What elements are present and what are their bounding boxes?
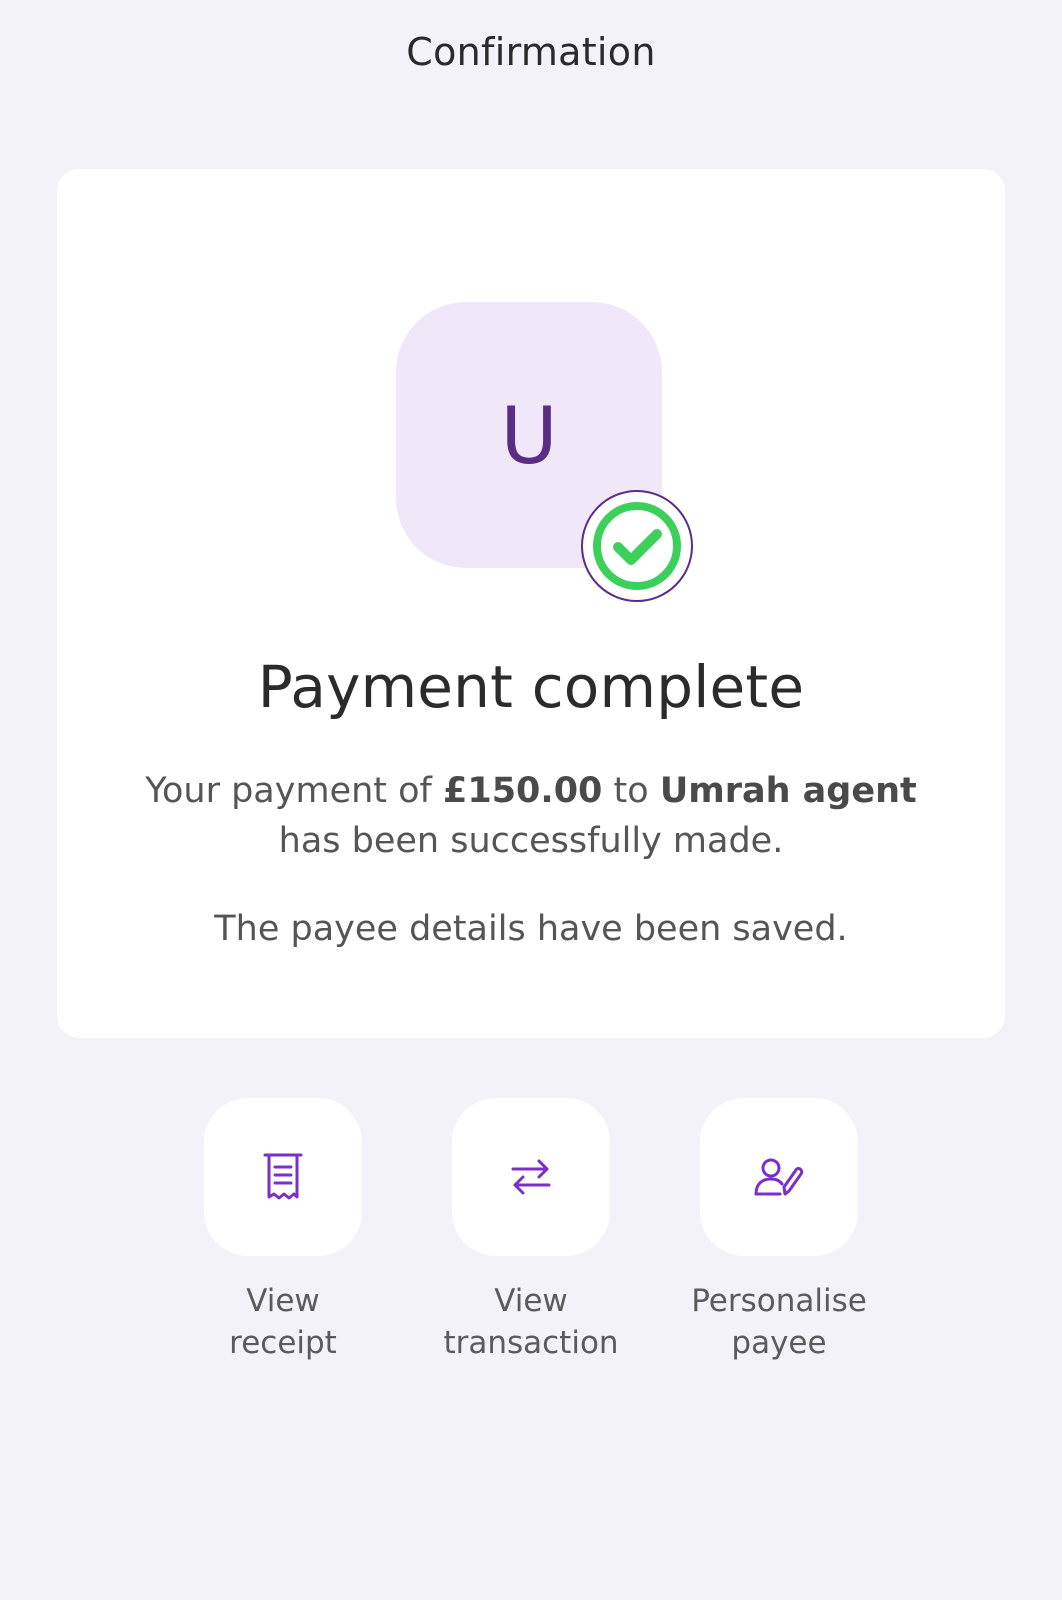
view-transaction-button[interactable]: View transaction — [411, 1098, 651, 1364]
view-transaction-tile[interactable] — [452, 1098, 610, 1256]
view-receipt-tile[interactable] — [204, 1098, 362, 1256]
personalise-payee-button[interactable]: Personalise payee — [659, 1098, 899, 1364]
payee-avatar-group: U — [396, 302, 696, 602]
message-suffix: has been successfully made. — [278, 821, 784, 861]
personalise-payee-label: Personalise payee — [691, 1283, 867, 1361]
message-mid: to — [602, 771, 660, 811]
payee-name: Umrah agent — [659, 771, 917, 811]
transfer-arrows-icon — [511, 1159, 551, 1195]
payment-status-title: Payment complete — [257, 653, 805, 721]
message-prefix: Your payment of — [145, 771, 443, 811]
personalise-payee-tile[interactable] — [700, 1098, 858, 1256]
success-check-icon — [581, 490, 693, 602]
payment-message: Your payment of £150.00 to Umrah agent h… — [0, 766, 1062, 866]
action-row: View receipt View transaction Personalis — [0, 1098, 1062, 1398]
view-receipt-label: View receipt — [229, 1283, 337, 1361]
person-edit-icon — [754, 1158, 804, 1196]
payee-saved-note: The payee details have been saved. — [214, 909, 848, 949]
payment-amount: £150.00 — [443, 771, 603, 811]
confirmation-card: U — [57, 169, 1005, 1038]
payee-avatar-initial: U — [500, 392, 558, 482]
receipt-icon — [263, 1153, 303, 1200]
view-receipt-button[interactable]: View receipt — [163, 1098, 403, 1364]
page-title: Confirmation — [406, 30, 656, 74]
view-transaction-label: View transaction — [443, 1283, 619, 1361]
